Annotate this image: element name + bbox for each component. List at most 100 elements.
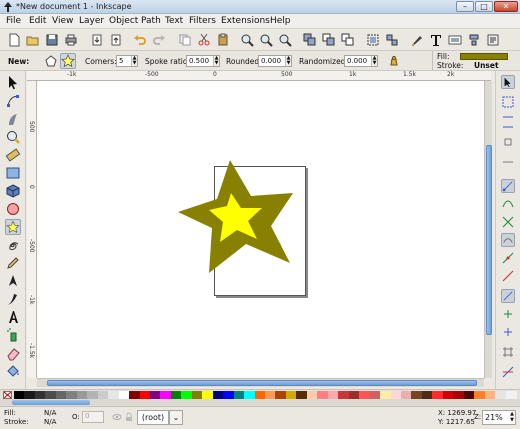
palette-swatch[interactable] xyxy=(97,391,109,399)
tweak-tool-icon[interactable] xyxy=(5,111,21,127)
palette-swatch[interactable] xyxy=(359,391,371,399)
palette-swatch[interactable] xyxy=(223,391,235,399)
maximize-button[interactable]: □ xyxy=(475,1,493,12)
palette-swatch[interactable] xyxy=(338,391,350,399)
no-paint-icon[interactable] xyxy=(3,391,12,399)
menu-filters[interactable]: Filters xyxy=(189,16,216,26)
reset-defaults-icon[interactable] xyxy=(388,55,400,67)
horizontal-scroll-thumb[interactable] xyxy=(47,380,477,386)
fill-swatch[interactable] xyxy=(460,53,508,60)
palette-swatch[interactable] xyxy=(87,391,99,399)
palette-swatch[interactable] xyxy=(400,391,412,399)
palette-swatch[interactable] xyxy=(265,391,276,399)
close-button[interactable]: ✕ xyxy=(494,1,518,12)
visibility-eye-icon[interactable] xyxy=(112,412,122,422)
new-document-icon[interactable] xyxy=(7,33,21,47)
palette-swatch[interactable] xyxy=(380,391,392,399)
palette-swatch[interactable] xyxy=(317,391,329,399)
palette-swatch[interactable] xyxy=(139,391,151,399)
import-icon[interactable] xyxy=(90,33,104,47)
star-shape[interactable] xyxy=(174,156,294,276)
rectangle-tool-icon[interactable] xyxy=(5,165,21,181)
palette-swatch[interactable] xyxy=(254,391,266,399)
snap-rotation-center-icon[interactable] xyxy=(501,325,515,339)
paste-icon[interactable] xyxy=(216,33,230,47)
palette-swatch[interactable] xyxy=(505,391,517,399)
palette-swatch[interactable] xyxy=(66,391,78,399)
zoom-selection-icon[interactable] xyxy=(240,33,254,47)
lock-icon[interactable] xyxy=(124,412,134,422)
spiral-tool-icon[interactable] xyxy=(5,237,21,253)
palette-swatch[interactable] xyxy=(24,391,36,399)
palette-swatch[interactable] xyxy=(244,391,256,399)
ungroup-icon[interactable] xyxy=(385,33,399,47)
calligraphy-tool-icon[interactable] xyxy=(5,291,21,307)
palette-swatch[interactable] xyxy=(390,391,402,399)
group-icon[interactable] xyxy=(366,33,380,47)
menu-text[interactable]: Text xyxy=(165,16,183,26)
palette-swatch[interactable] xyxy=(275,391,287,399)
measure-tool-icon[interactable] xyxy=(5,147,21,163)
snap-midpoints-icon[interactable] xyxy=(501,251,515,265)
star-mode-icon[interactable] xyxy=(60,53,76,69)
snap-nodes-icon[interactable] xyxy=(501,179,515,193)
unlink-clone-icon[interactable] xyxy=(341,33,355,47)
palette-swatch[interactable] xyxy=(34,391,46,399)
palette-swatch[interactable] xyxy=(348,391,360,399)
palette-swatch[interactable] xyxy=(118,391,130,399)
clone-icon[interactable] xyxy=(322,33,336,47)
palette-swatch[interactable] xyxy=(285,391,297,399)
palette-swatch[interactable] xyxy=(432,391,444,399)
vertical-scroll-thumb[interactable] xyxy=(486,145,492,335)
bucket-fill-tool-icon[interactable] xyxy=(5,363,21,379)
spoke-ratio-spinbox[interactable]: 0.500 ▲ ▼ xyxy=(186,55,220,67)
palette-swatch[interactable] xyxy=(55,391,67,399)
snap-page-border-icon[interactable] xyxy=(501,289,515,303)
zoom-field[interactable]: 21% ▲ ▼ xyxy=(482,410,516,425)
save-icon[interactable] xyxy=(45,33,59,47)
print-icon[interactable] xyxy=(64,33,78,47)
snap-guides-icon[interactable] xyxy=(501,365,515,379)
eraser-tool-icon[interactable] xyxy=(5,345,21,361)
text-tool-icon[interactable] xyxy=(5,309,21,325)
current-layer-field[interactable]: (root) xyxy=(137,410,169,425)
menu-object[interactable]: Object xyxy=(109,16,138,26)
snap-guide-icon[interactable] xyxy=(501,269,515,283)
palette-swatch[interactable] xyxy=(369,391,381,399)
palette-swatch[interactable] xyxy=(191,391,203,399)
palette-swatch[interactable] xyxy=(463,391,475,399)
snap-paths-icon[interactable] xyxy=(501,197,515,211)
export-icon[interactable] xyxy=(109,33,123,47)
snap-smooth-nodes-icon[interactable] xyxy=(501,233,515,247)
spray-tool-icon[interactable] xyxy=(5,327,21,343)
rounded-spinbox[interactable]: 0.000 ▲ ▼ xyxy=(258,55,292,67)
palette-scrollbar[interactable] xyxy=(0,399,520,406)
selector-tool-icon[interactable] xyxy=(5,74,21,90)
palette-swatch[interactable] xyxy=(76,391,88,399)
palette-swatch[interactable] xyxy=(296,391,308,399)
menu-file[interactable]: File xyxy=(6,16,21,26)
menu-path[interactable]: Path xyxy=(141,16,161,26)
palette-swatch[interactable] xyxy=(149,391,161,399)
menu-extensions[interactable]: Extensions xyxy=(221,16,270,26)
palette-swatch[interactable] xyxy=(411,391,423,399)
zoom-page-icon[interactable] xyxy=(278,33,292,47)
palette-swatch[interactable] xyxy=(495,391,507,399)
3d-box-tool-icon[interactable] xyxy=(5,183,21,199)
text-font-icon[interactable] xyxy=(429,33,443,47)
redo-icon[interactable] xyxy=(152,33,166,47)
palette-swatch[interactable] xyxy=(181,391,193,399)
snap-grid-icon[interactable] xyxy=(501,345,515,359)
snap-enable-icon[interactable] xyxy=(501,75,515,89)
star-tool-icon[interactable] xyxy=(5,219,21,235)
palette-swatch[interactable] xyxy=(484,391,496,399)
menu-layer[interactable]: Layer xyxy=(79,16,104,26)
menu-edit[interactable]: Edit xyxy=(29,16,46,26)
spin-arrows-icon[interactable]: ▲ ▼ xyxy=(131,56,137,66)
palette-swatch[interactable] xyxy=(202,391,214,399)
undo-icon[interactable] xyxy=(133,33,147,47)
snap-bbox-edges-icon[interactable] xyxy=(501,115,515,129)
pen-tool-icon[interactable] xyxy=(5,273,21,289)
snap-intersections-icon[interactable] xyxy=(501,215,515,229)
copy-icon[interactable] xyxy=(178,33,192,47)
